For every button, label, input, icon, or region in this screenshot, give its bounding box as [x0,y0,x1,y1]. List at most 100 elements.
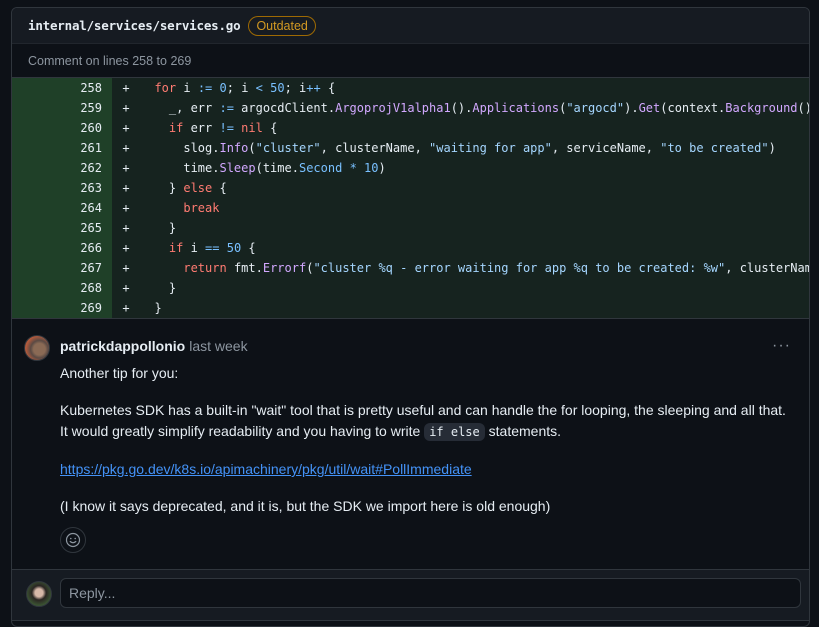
code-content: break [140,201,219,215]
code-token: * [349,161,357,175]
comment-range-label: Comment on lines 258 to 269 [12,44,809,78]
addition-marker: + [122,161,130,175]
code-token: break [183,201,220,215]
code-token: , clusterName, [320,141,430,155]
comment-body: Another tip for you: Kubernetes SDK has … [60,363,793,517]
code-token: "argocd" [566,101,625,115]
code-token: != [219,121,234,135]
code-token: "waiting for app" [429,141,552,155]
comment-paragraph: Another tip for you: [60,365,179,381]
comment-paragraph: (I know it says deprecated, and it is, b… [60,498,551,514]
addition-marker: + [122,241,130,255]
line-number[interactable]: 258 [12,78,112,98]
code-token: i [176,81,198,95]
line-number[interactable]: 261 [12,138,112,158]
diff-line: 264 + break [12,198,809,218]
line-number[interactable]: 269 [12,298,112,318]
diff-line: 267 + return fmt.Errorf("cluster %q - err… [12,258,809,278]
code-token: , serviceName, [551,141,661,155]
code-token: for [154,81,177,95]
docs-link[interactable]: https://pkg.go.dev/k8s.io/apimachinery/p… [60,461,472,477]
code-token: Errorf [262,261,307,275]
line-number[interactable]: 260 [12,118,112,138]
comment-timestamp[interactable]: last week [189,338,247,354]
code-token: Get [638,101,661,115]
code-token: ; i [284,81,307,95]
code-content: slog.Info("cluster", clusterName, "waiti… [140,141,776,155]
code-token: Info [219,141,249,155]
code-token: Background [725,101,798,115]
code-token: { [212,181,227,195]
code-token: time. [140,161,220,175]
addition-marker: + [122,81,130,95]
addition-marker: + [122,101,130,115]
code-token: (). [450,101,473,115]
code-token: { [262,121,278,135]
reply-bar [12,569,809,621]
code-token: if [168,121,184,135]
reply-input[interactable] [60,578,801,608]
comment-paragraph: Kubernetes SDK has a built-in "wait" too… [60,400,793,443]
code-token: "to be created" [660,141,769,155]
diff-line: 269 + } [12,298,809,318]
code-token: ). [624,101,639,115]
file-path[interactable]: internal/services/services.go [28,18,241,33]
code-token: ; i [226,81,256,95]
code-token: := [197,81,213,95]
code-token: 0 [219,81,227,95]
code-token: Applications [472,101,560,115]
code-token: fmt. [226,261,263,275]
code-token: } [140,301,162,315]
code-token: ) [768,141,776,155]
add-reaction-button[interactable] [60,527,86,553]
comment-text: statements. [484,423,562,439]
addition-marker: + [122,181,130,195]
line-number[interactable]: 268 [12,278,112,298]
author-name[interactable]: patrickdappollonio [60,338,185,354]
review-comment: patrickdappollonio last week ··· Another… [12,318,809,568]
line-number[interactable]: 259 [12,98,112,118]
diff-line: 263 + } else { [12,178,809,198]
addition-marker: + [122,301,130,315]
line-number[interactable]: 267 [12,258,112,278]
line-number[interactable]: 265 [12,218,112,238]
line-number[interactable]: 266 [12,238,112,258]
code-token: err [183,121,220,135]
kebab-horizontal-icon[interactable]: ··· [772,337,791,355]
diff-line: 260 + if err != nil { [12,118,809,138]
outdated-badge: Outdated [248,15,316,36]
line-number[interactable]: 262 [12,158,112,178]
code-token: else [183,181,213,195]
smiley-icon [65,532,81,548]
code-token: := [219,101,234,115]
diff-line: 268 + } [12,278,809,298]
current-user-avatar [26,581,52,607]
code-token: 50 [270,81,285,95]
inline-code: if else [424,423,485,441]
code-token: argocdClient. [233,101,336,115]
code-token: 50 [226,241,242,255]
code-token: return [183,261,227,275]
code-token: ArgoprojV1alpha1 [335,101,451,115]
comment-paragraph: https://pkg.go.dev/k8s.io/apimachinery/p… [60,459,793,480]
line-number[interactable]: 263 [12,178,112,198]
code-content: if err != nil { [140,121,277,135]
diff-line: 259 + _, err := argocdClient.ArgoprojV1al… [12,98,809,118]
code-token: } [140,181,184,195]
review-thread: internal/services/services.go Outdated C… [11,7,810,627]
line-number[interactable]: 264 [12,198,112,218]
author-avatar[interactable] [24,335,50,361]
addition-marker: + [122,221,130,235]
addition-marker: + [122,261,130,275]
code-token: (context. [660,101,726,115]
code-token: < [255,81,263,95]
code-token: Second [298,161,343,175]
addition-marker: + [122,201,130,215]
code-token: { [241,241,256,255]
